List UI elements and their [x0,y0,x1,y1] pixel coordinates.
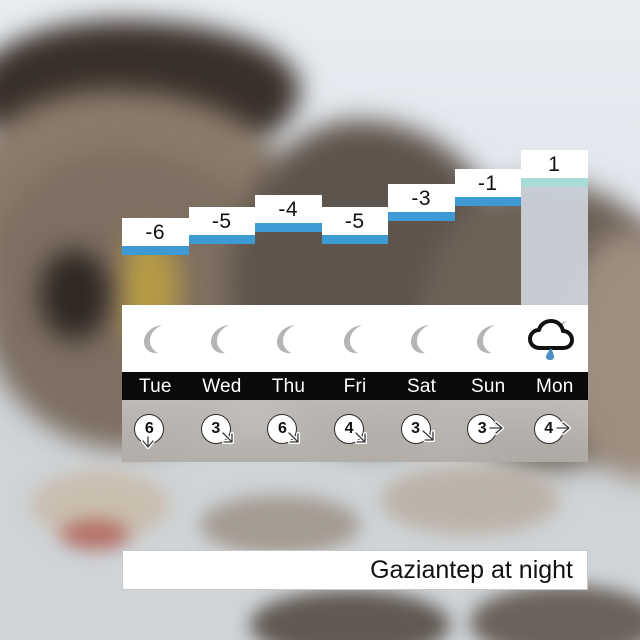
temperature-label-box-tue: -6 [122,218,189,246]
temperature-bar-thu [255,223,322,232]
temperature-value-thu: -4 [278,197,299,221]
weather-forecast-panel: -6 -5 -4 -5 -3 -1 1 Tue Wed Thu Fri Sat … [122,145,588,462]
temperature-column-fri[interactable]: -5 [321,145,388,305]
day-label-row: Tue Wed Thu Fri Sat Sun Mon [122,372,588,400]
temperature-value-tue: -6 [145,220,166,244]
temperature-bar-mon [521,178,588,187]
wind-direction-arrow-icon [554,421,571,435]
background-rubble-highlight-3 [380,465,560,535]
temperature-label-box-mon: 1 [521,150,588,178]
day-label-wed[interactable]: Wed [189,377,256,396]
wind-direction-arrow-icon [141,435,156,449]
temperature-value-sun: -1 [477,171,498,195]
moon-icon [410,324,429,353]
wind-cell-fri[interactable]: 4 [322,400,389,462]
temperature-label-box-wed: -5 [188,207,255,235]
temperature-column-wed[interactable]: -5 [188,145,255,305]
temperature-label-box-fri: -5 [321,207,388,235]
temperature-value-mon: 1 [548,152,561,176]
weather-icon-cell-wed[interactable] [189,305,256,372]
weather-icon-cell-fri[interactable] [322,305,389,372]
temperature-column-mon[interactable]: 1 [521,145,588,305]
wind-cell-tue[interactable]: 6 [122,400,189,462]
wind-direction-arrow-icon [287,431,301,444]
wind-row: 6 3 6 4 3 3 4 [122,400,588,462]
weather-icon-cell-sat[interactable] [388,305,455,372]
weather-icon-cell-thu[interactable] [255,305,322,372]
temperature-value-wed: -5 [211,209,232,233]
temperature-bar-tue [122,246,189,255]
wind-direction-arrow-icon [220,431,234,444]
weather-icon-row [122,305,588,372]
moon-icon [210,324,229,353]
temperature-label-box-thu: -4 [255,195,322,223]
wind-direction-arrow-icon [488,421,505,435]
day-label-tue[interactable]: Tue [122,377,189,396]
weather-icon-cell-tue[interactable] [122,305,189,372]
cloud-rain-moon-icon [527,318,574,360]
caption-text: Gaziantep at night [370,555,573,584]
temperature-chart: -6 -5 -4 -5 -3 -1 1 [122,145,588,305]
wind-cell-mon[interactable]: 4 [521,400,588,462]
wind-cell-thu[interactable]: 6 [255,400,322,462]
temperature-bar-fri [321,235,388,244]
day-label-sat[interactable]: Sat [388,377,455,396]
weather-icon-cell-sun[interactable] [455,305,522,372]
wind-direction-arrow-icon [354,431,368,444]
temperature-bar-wed [188,235,255,244]
temperature-bar-sat [388,212,455,221]
caption-bar: Gaziantep at night [122,550,588,590]
day-label-mon[interactable]: Mon [521,377,588,396]
temperature-column-tue[interactable]: -6 [122,145,189,305]
day-label-fri[interactable]: Fri [322,377,389,396]
temperature-bar-sun [454,197,521,206]
day-label-sun[interactable]: Sun [455,377,522,396]
temperature-column-sun[interactable]: -1 [454,145,521,305]
temperature-label-box-sat: -3 [388,184,455,212]
wind-cell-sun[interactable]: 3 [455,400,522,462]
wind-cell-sat[interactable]: 3 [388,400,455,462]
screenshot-stage: -6 -5 -4 -5 -3 -1 1 Tue Wed Thu Fri Sat … [0,0,640,640]
background-rubble-red-accent [60,520,130,550]
temperature-column-thu[interactable]: -4 [255,145,322,305]
moon-icon [477,324,496,353]
weather-icon-cell-mon[interactable] [521,305,588,372]
moon-icon [344,324,363,353]
temperature-value-sat: -3 [411,186,432,210]
temperature-column-sat[interactable]: -3 [388,145,455,305]
temperature-label-box-sun: -1 [454,169,521,197]
moon-icon [277,324,296,353]
day-label-thu[interactable]: Thu [255,377,322,396]
temperature-value-fri: -5 [344,209,365,233]
moon-icon [144,324,163,353]
wind-cell-wed[interactable]: 3 [189,400,256,462]
wind-direction-arrow-icon [420,429,435,442]
background-rubble-highlight-2 [200,495,360,555]
